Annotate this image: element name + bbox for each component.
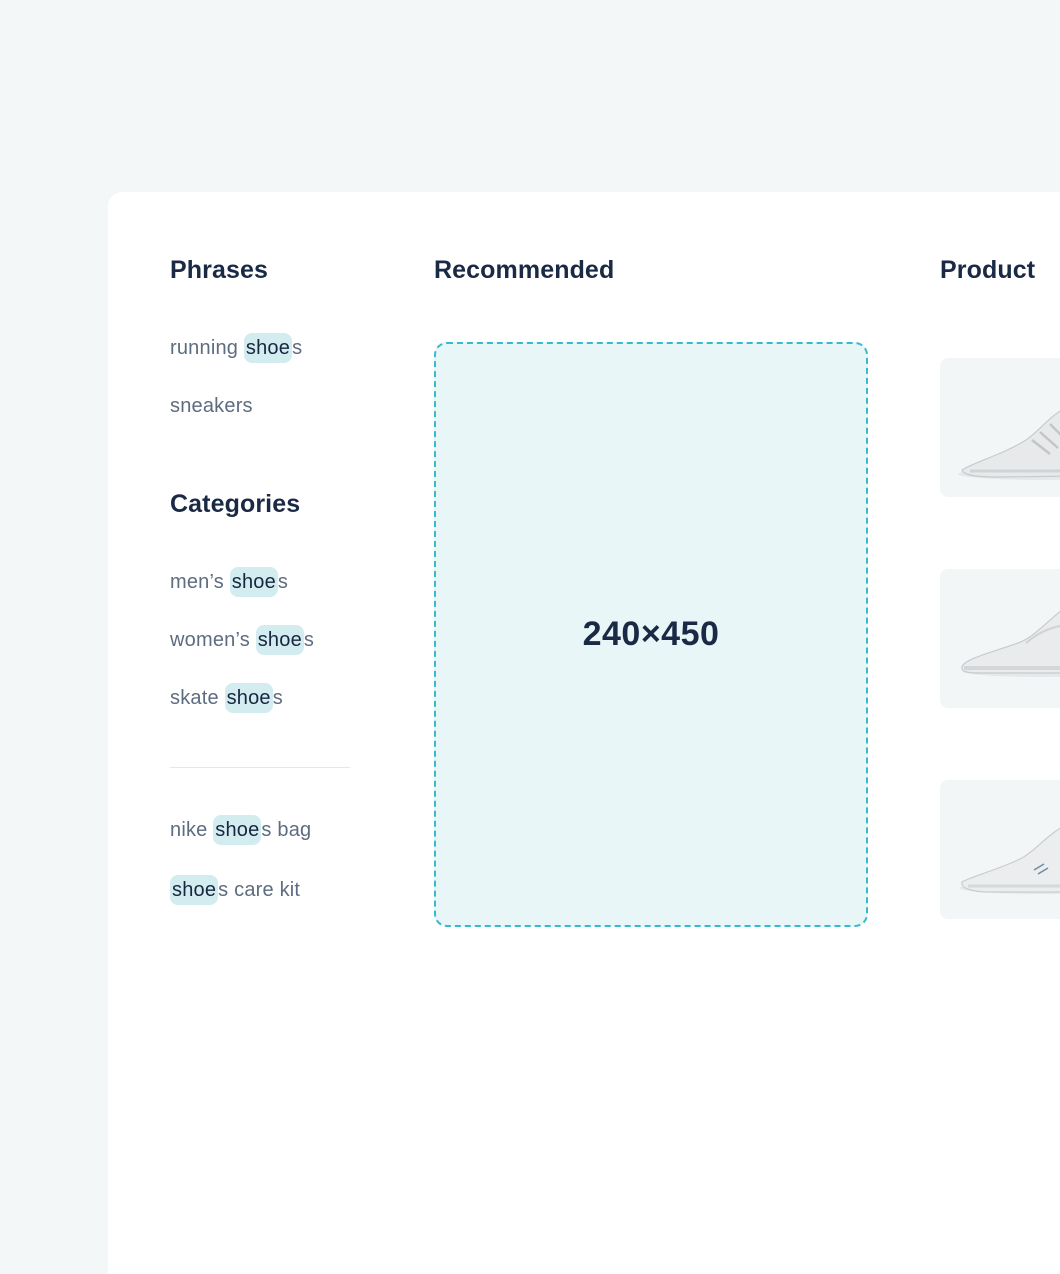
- suggestion-text: skate: [170, 687, 225, 709]
- suggestion-text: running: [170, 337, 244, 359]
- suggestion-text: s: [303, 629, 315, 651]
- recommended-banner-placeholder[interactable]: 240×450: [434, 342, 868, 927]
- phrase-suggestion[interactable]: running shoe s: [170, 333, 303, 363]
- banner-size-label: 240×450: [582, 615, 720, 653]
- suggestion-text: sneakers: [170, 395, 253, 417]
- product-heading: Product: [940, 256, 1036, 284]
- white-trainer-image: [960, 827, 1060, 894]
- category-suggestion[interactable]: women’s shoe s: [170, 625, 315, 655]
- product-card[interactable]: [940, 358, 1060, 497]
- suggestion-text: nike: [170, 819, 214, 841]
- category-suggestion[interactable]: skate shoe s: [170, 683, 283, 713]
- section-divider: [170, 767, 350, 768]
- suggestion-text: s bag: [261, 819, 312, 841]
- phrases-heading: Phrases: [170, 256, 268, 284]
- product-card[interactable]: [940, 569, 1060, 708]
- query-highlight: shoe: [243, 333, 293, 363]
- phrase-suggestion[interactable]: sneakers: [170, 392, 253, 420]
- white-sneaker-image: [961, 610, 1060, 677]
- query-highlight: shoe: [229, 567, 278, 597]
- white-running-shoe-image: [958, 410, 1060, 480]
- query-suggestion[interactable]: nike shoe s bag: [170, 815, 312, 845]
- categories-heading: Categories: [170, 490, 301, 518]
- query-highlight: shoe: [170, 875, 219, 905]
- suggestion-text: s: [272, 687, 283, 709]
- category-suggestion[interactable]: men’s shoe s: [170, 567, 289, 597]
- query-highlight: shoe: [224, 683, 273, 713]
- suggestion-text: men’s: [170, 571, 230, 593]
- query-highlight: shoe: [213, 815, 262, 845]
- query-suggestion[interactable]: shoe s care kit: [170, 875, 301, 905]
- suggestion-text: s: [292, 337, 303, 359]
- suggestion-text: s care kit: [218, 879, 301, 901]
- autocomplete-panel: Phrases Recommended Product Categories r…: [108, 192, 1060, 1274]
- recommended-heading: Recommended: [434, 256, 615, 284]
- query-highlight: shoe: [255, 625, 304, 655]
- suggestion-text: women’s: [170, 629, 256, 651]
- suggestion-text: s: [277, 571, 289, 593]
- product-card[interactable]: [940, 780, 1060, 919]
